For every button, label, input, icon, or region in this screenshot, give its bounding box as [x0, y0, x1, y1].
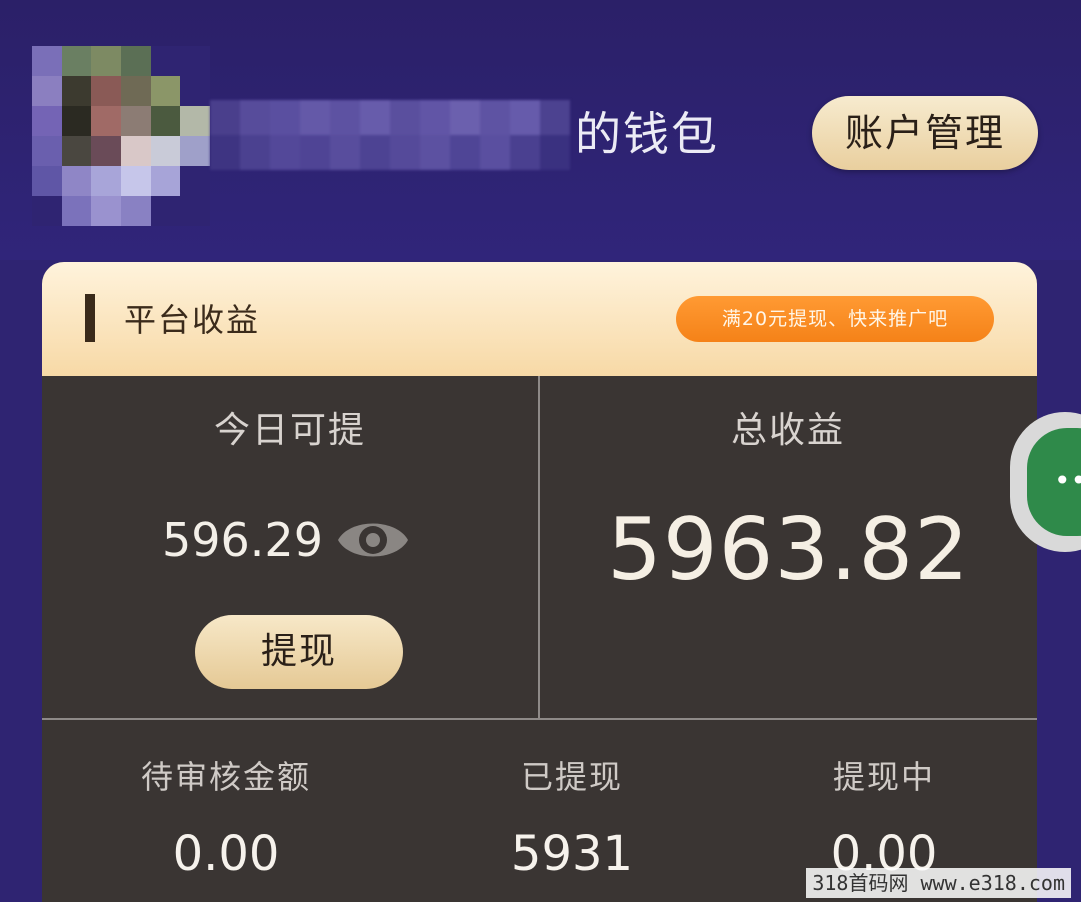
card-header: 平台收益 满20元提现、快来推广吧	[42, 262, 1037, 376]
withdrawn-value: 5931	[510, 826, 634, 882]
today-withdrawable-value: 596.29	[162, 513, 323, 567]
withdraw-button[interactable]: 提现	[195, 615, 403, 689]
watermark: 318首码网 www.e318.com	[806, 868, 1071, 898]
eye-icon[interactable]	[334, 510, 412, 570]
card-title: 平台收益	[124, 301, 261, 339]
header-accent-bar	[85, 294, 95, 342]
wallet-title: 的钱包	[575, 107, 719, 161]
earnings-card: 平台收益 满20元提现、快来推广吧 今日可提 596.29 提现 总收益 596…	[42, 262, 1037, 902]
horizontal-divider	[42, 718, 1037, 720]
total-earnings-value: 5963.82	[607, 500, 970, 600]
withdrawing-label: 提现中	[832, 758, 935, 796]
promo-badge[interactable]: 满20元提现、快来推广吧	[676, 296, 994, 342]
avatar[interactable]	[32, 46, 210, 226]
username-redacted	[210, 100, 570, 170]
pending-review-value: 0.00	[172, 826, 280, 882]
pending-review-label: 待审核金额	[140, 758, 311, 796]
more-dots-icon[interactable]: ••	[1054, 466, 1081, 496]
withdrawn-label: 已提现	[520, 758, 623, 796]
today-withdrawable-label: 今日可提	[213, 410, 366, 451]
total-earnings-label: 总收益	[730, 410, 845, 451]
account-management-button[interactable]: 账户管理	[812, 96, 1038, 170]
